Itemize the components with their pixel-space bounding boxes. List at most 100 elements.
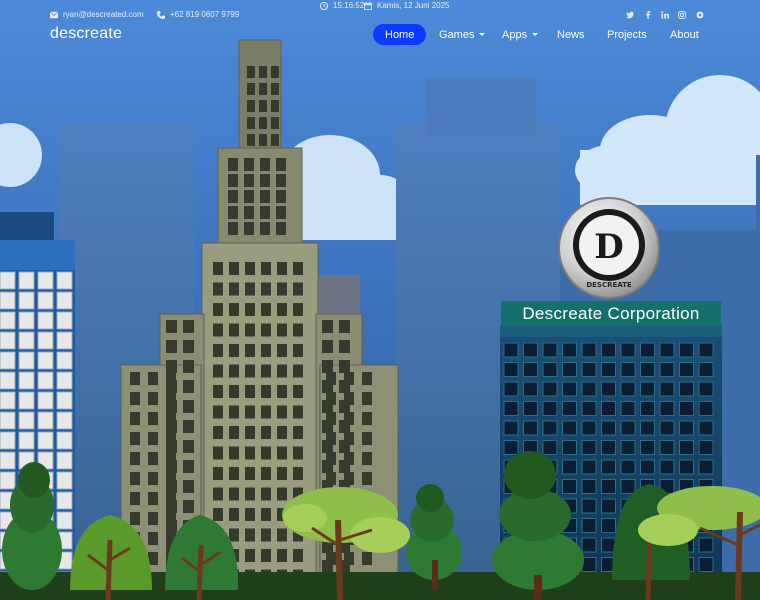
skype-link[interactable] [694,9,706,21]
building-window [37,271,54,290]
building-window [228,206,238,219]
building-window [213,426,223,439]
building-window [228,222,238,235]
facebook-icon [646,11,651,19]
building-window [18,431,35,450]
building-window [698,557,714,572]
building-window [130,412,140,425]
building-window [183,440,194,453]
building-window [56,451,73,470]
contact-phone[interactable]: +62 819 0607 9799 [157,10,239,19]
building-window [698,362,714,377]
building-window [213,405,223,419]
building-window [698,440,714,455]
building-window [261,364,271,378]
building-window [277,426,287,439]
building-window [362,432,372,445]
building-window [601,420,616,436]
building-window [277,405,287,419]
building-window [640,459,655,475]
building-window [659,362,675,377]
building-window [562,342,577,358]
building-window [326,452,336,465]
brand-logo[interactable]: descreate [50,25,122,43]
facebook-link[interactable] [642,9,654,21]
building-window [562,381,577,397]
building-window [56,331,73,350]
nav-games-label: Games [439,28,475,41]
building-window [293,262,303,275]
nav-games[interactable]: Games [439,24,486,45]
building-window [259,134,267,146]
building-window [244,222,254,235]
building-window [277,262,287,275]
building-window [523,381,538,397]
building-window [601,498,616,514]
building-window [344,552,354,565]
time-text: 15:16:52 [333,1,365,10]
date: Kamis, 12 Juni 2025 [364,1,450,10]
twitter-icon [626,11,634,19]
building-window [293,385,303,398]
building-window [277,549,287,562]
building-window [148,372,158,385]
building-window [261,405,271,419]
building-window [18,291,35,310]
building-window [260,206,270,219]
building-window [542,401,558,416]
linkedin-link[interactable] [659,9,671,21]
building-window [620,342,636,358]
chevron-down-icon [532,33,539,36]
building-window [245,344,255,357]
building-window [339,360,350,373]
building-window [562,420,577,436]
building-window [659,440,675,455]
building-window [0,451,16,470]
building-window [679,401,694,416]
nav-home[interactable]: Home [373,24,427,45]
nav-about[interactable]: About [670,24,699,45]
building-window [293,467,303,480]
building-window [56,291,73,310]
building-window [659,420,675,436]
building-window [228,174,238,187]
building-window [148,492,158,505]
contact-email[interactable]: ryan@descreated.com [50,10,144,19]
building-window [229,405,239,419]
nav-apps[interactable]: Apps [502,24,539,45]
building-window [503,342,519,358]
building-window [37,411,54,430]
building-window [247,83,255,95]
building-window [229,323,239,337]
building-window [183,320,194,333]
building-window [271,66,279,78]
building-window [562,401,577,416]
building-window [293,426,303,439]
building-window [183,500,194,513]
building-window [229,508,239,521]
email-text: ryan@descreated.com [63,10,144,19]
building-window [271,134,279,146]
building-window [523,342,538,358]
clock: 15:16:52 [320,1,364,10]
building-window [229,446,239,460]
building-window [166,392,176,405]
building-window [213,508,223,521]
building-window [362,392,372,405]
nav-projects[interactable]: Projects [607,24,647,45]
building-window [229,426,239,439]
building-window [581,498,597,514]
building-window [56,431,73,450]
building-window [261,344,271,357]
building-window [542,342,558,358]
building-window [277,385,287,398]
instagram-link[interactable] [676,9,688,21]
building-window [293,303,303,316]
building-window [229,385,239,398]
twitter-link[interactable] [624,9,636,21]
building-window [261,385,271,398]
building-window [56,471,73,490]
building-window [18,351,35,370]
logo-wordmark: DESCREATE [586,281,632,289]
nav-news[interactable]: News [557,24,585,45]
